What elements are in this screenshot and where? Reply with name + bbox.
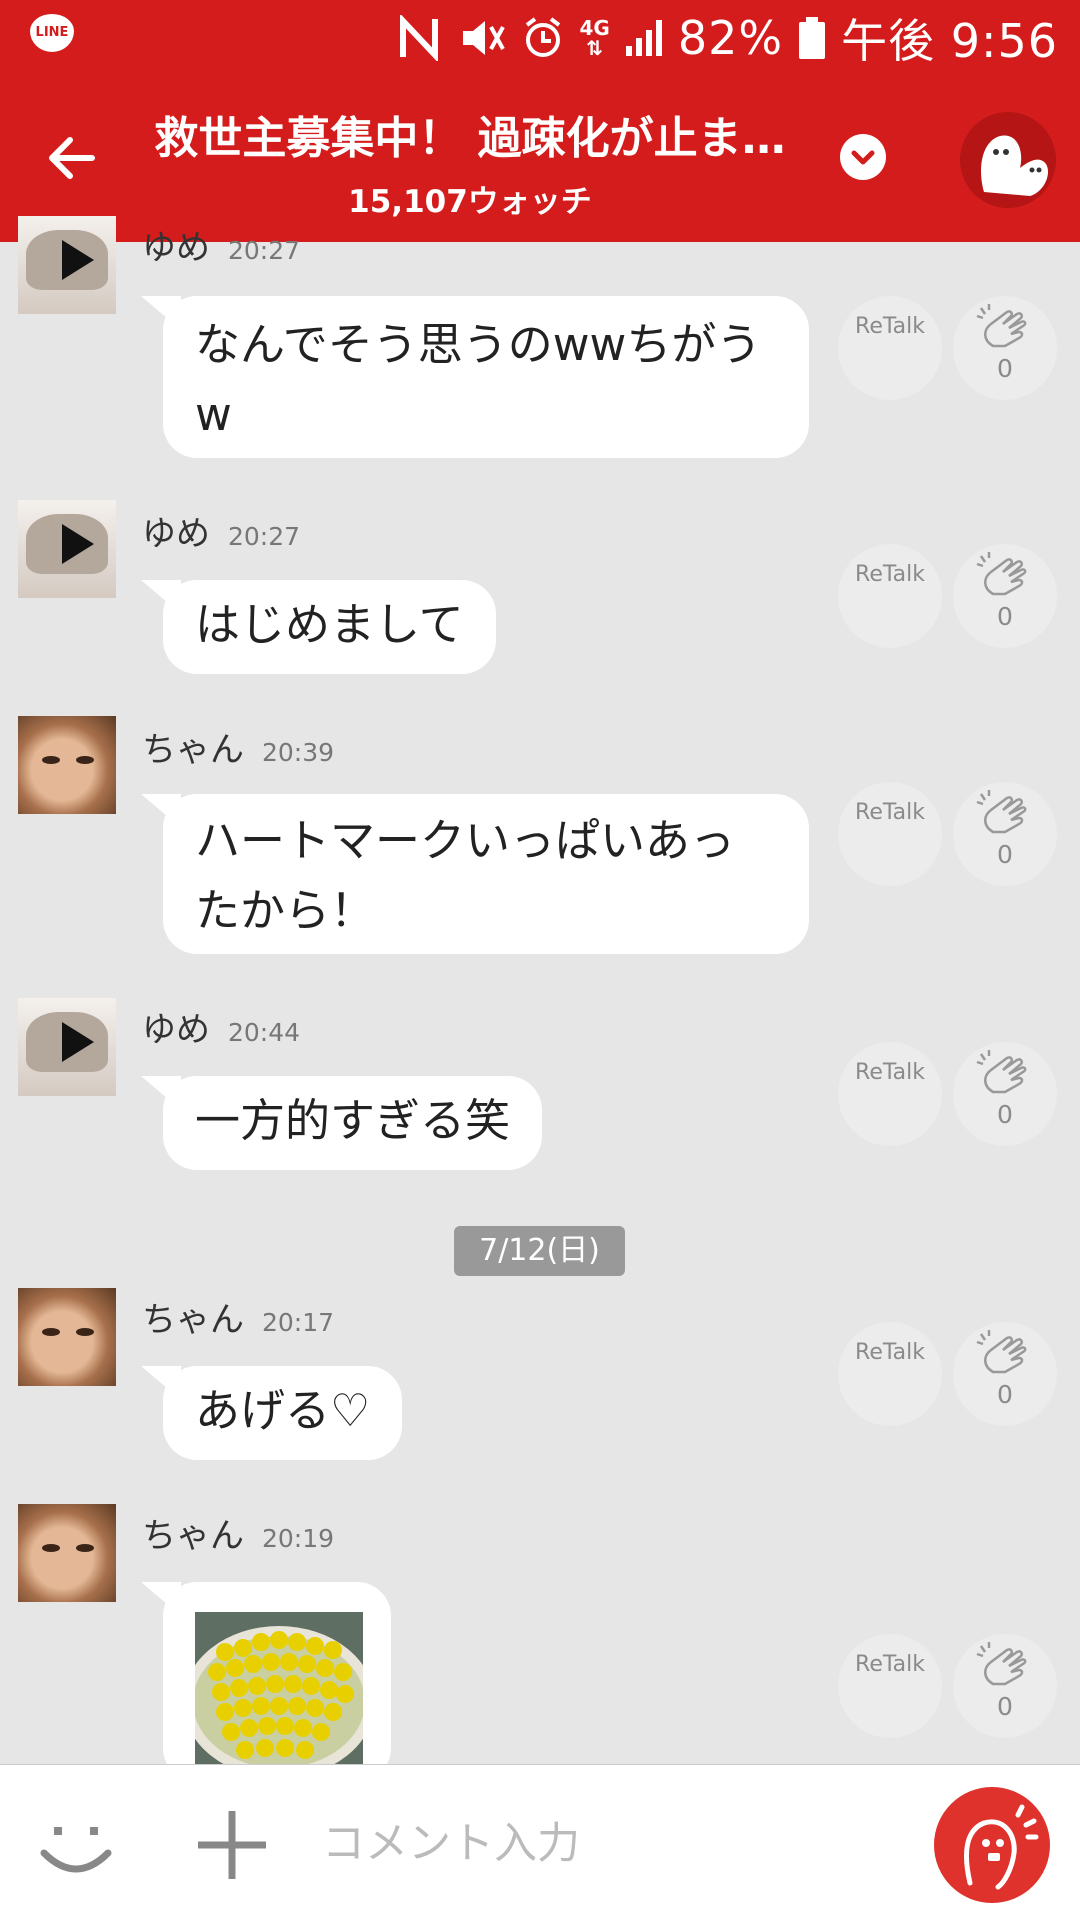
comment-input[interactable] (320, 1801, 904, 1887)
message-meta: ちゃん 20:19 (142, 1508, 334, 1557)
retalk-button[interactable]: ReTalk (838, 1634, 942, 1738)
line-app-icon: LINE (30, 14, 74, 52)
message-meta: ゆめ 20:27 (142, 506, 300, 555)
message-time: 20:39 (262, 738, 335, 767)
avatar[interactable] (18, 1504, 116, 1602)
battery-percent: 82% (677, 11, 784, 65)
clap-button[interactable]: 0 (953, 1634, 1057, 1738)
image-message-bubble[interactable] (163, 1582, 391, 1782)
avatar[interactable] (18, 716, 116, 814)
retalk-button[interactable]: ReTalk (838, 1322, 942, 1426)
header-title-area[interactable]: 救世主募集中！ 過疎化が止ま… 15,107ウォッチ (140, 102, 800, 221)
message-time: 20:19 (262, 1524, 335, 1553)
user-name: ちゃん (142, 1516, 244, 1556)
clap-button[interactable]: 0 (953, 1042, 1057, 1146)
clapping-hands-icon (976, 1330, 1027, 1374)
message-bubble[interactable]: はじめまして (163, 580, 496, 674)
dropdown-button[interactable] (840, 134, 886, 180)
message-time: 20:44 (228, 1018, 301, 1047)
date-separator: 7/12(日) (454, 1226, 625, 1276)
nfc-icon (397, 15, 441, 61)
chevron-down-icon (851, 150, 875, 165)
user-name: ちゃん (142, 1300, 244, 1340)
mute-icon (455, 15, 507, 61)
user-name: ゆめ (142, 514, 210, 554)
plus-icon (198, 1811, 266, 1879)
status-icons: 4G ⇅ 82% 午後 9:56 (397, 8, 1058, 68)
arrow-left-icon (49, 137, 95, 179)
composer-bar (0, 1764, 1080, 1921)
avatar[interactable] (18, 1288, 116, 1386)
message-time: 20:27 (228, 522, 301, 551)
alarm-icon (521, 15, 565, 61)
retalk-button[interactable]: ReTalk (838, 1042, 942, 1146)
user-name: ゆめ (142, 1010, 210, 1050)
watch-count: 15,107ウォッチ (348, 184, 592, 220)
message-text: あげる♡ (195, 1384, 371, 1437)
status-bar: LINE 4G ⇅ 82% 午後 9:56 (0, 0, 1080, 76)
play-icon (62, 240, 94, 280)
message-text: なんでそう思うのwwちがうw (195, 318, 762, 441)
room-avatar[interactable] (960, 112, 1056, 208)
clap-button[interactable]: 0 (953, 1322, 1057, 1426)
smile-icon (40, 1827, 112, 1873)
battery-icon (797, 15, 827, 61)
clock: 午後 9:56 (841, 14, 1058, 68)
message-text: はじめまして (195, 598, 464, 651)
message-bubble[interactable]: ハートマークいっぱいあったから！ (163, 794, 809, 954)
user-name: ちゃん (142, 730, 244, 770)
message-meta: ちゃん 20:39 (142, 722, 334, 771)
shout-send-button[interactable] (934, 1787, 1050, 1903)
add-attachment-button[interactable] (192, 1805, 272, 1885)
clapping-hands-icon (976, 1050, 1027, 1094)
clap-button[interactable]: 0 (953, 544, 1057, 648)
message-meta: ゆめ 20:44 (142, 1002, 300, 1051)
avatar[interactable] (18, 998, 116, 1096)
message-meta: ちゃん 20:17 (142, 1292, 334, 1341)
message-text: 一方的すぎる笑 (195, 1094, 511, 1147)
clap-button[interactable]: 0 (953, 782, 1057, 886)
avatar[interactable] (18, 216, 116, 314)
play-icon (62, 524, 94, 564)
message-meta: ゆめ 20:27 (142, 220, 300, 269)
clapping-hands-icon (976, 304, 1027, 348)
avatar[interactable] (18, 500, 116, 598)
play-icon (62, 1022, 94, 1062)
emoji-button[interactable] (36, 1809, 116, 1889)
message-text: ハートマークいっぱいあったから！ (195, 814, 736, 937)
message-time: 20:17 (262, 1308, 335, 1337)
clapping-hands-icon (976, 1642, 1027, 1686)
clapping-hands-icon (976, 552, 1027, 596)
photo-corn[interactable] (195, 1612, 363, 1772)
message-time: 20:27 (228, 236, 301, 265)
signal-icon (624, 18, 664, 58)
retalk-button[interactable]: ReTalk (838, 782, 942, 886)
message-bubble[interactable]: あげる♡ (163, 1366, 403, 1460)
character-shout-icon (964, 1804, 1039, 1890)
clap-button[interactable]: 0 (953, 296, 1057, 400)
page-title: 救世主募集中！ 過疎化が止ま… (154, 113, 786, 164)
retalk-button[interactable]: ReTalk (838, 544, 942, 648)
retalk-button[interactable]: ReTalk (838, 296, 942, 400)
back-button[interactable] (42, 128, 102, 188)
message-bubble[interactable]: 一方的すぎる笑 (163, 1076, 543, 1170)
ghost-characters-icon (981, 135, 1049, 196)
user-name: ゆめ (142, 228, 210, 268)
chat-header: 救世主募集中！ 過疎化が止ま… 15,107ウォッチ (0, 76, 1080, 242)
network-4g-icon: 4G ⇅ (579, 16, 610, 60)
message-bubble[interactable]: なんでそう思うのwwちがうw (163, 296, 809, 458)
clapping-hands-icon (976, 790, 1027, 834)
